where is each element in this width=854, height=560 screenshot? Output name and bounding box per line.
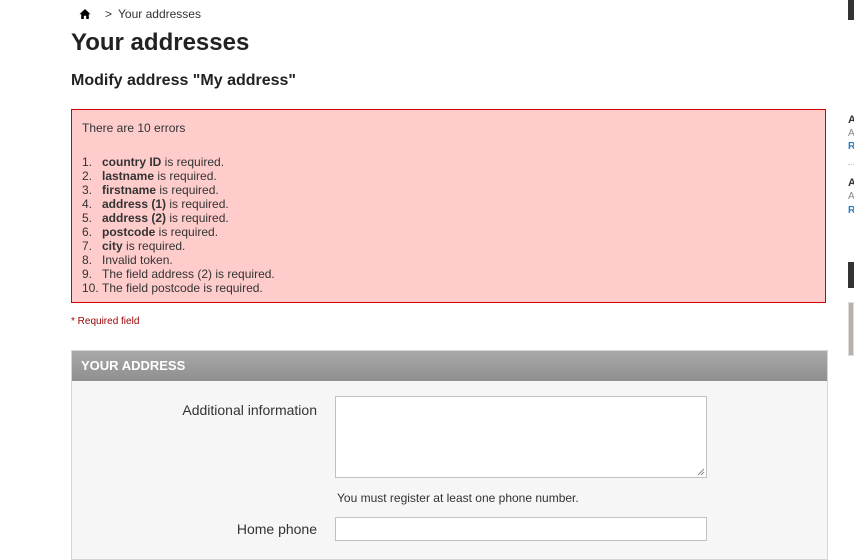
additional-information-textarea[interactable] — [335, 396, 707, 478]
error-item: 3. firstname is required. — [82, 183, 275, 197]
breadcrumb: > Your addresses — [79, 7, 201, 21]
sidebar-item-link[interactable]: R — [848, 141, 854, 152]
sidebar-divider — [848, 164, 854, 165]
error-item: 10. The field postcode is required. — [82, 281, 275, 295]
error-item: 7. city is required. — [82, 239, 275, 253]
error-field: firstname — [102, 183, 157, 197]
error-number: 5. — [82, 211, 93, 225]
sidebar-item-text: A — [848, 128, 854, 139]
error-item: 6. postcode is required. — [82, 225, 275, 239]
error-number: 7. — [82, 239, 93, 253]
error-list: 1. country ID is required. 2. lastname is … — [82, 155, 275, 295]
home-icon[interactable] — [79, 8, 91, 20]
error-count: There are 10 errors — [82, 121, 186, 135]
error-number: 2. — [82, 169, 93, 183]
breadcrumb-current: Your addresses — [118, 7, 201, 21]
error-text: is required. — [155, 225, 219, 239]
page-title: Your addresses — [71, 29, 250, 56]
error-number: 1. — [82, 155, 93, 169]
panel-header: YOUR ADDRESS — [72, 351, 827, 381]
phone-requirement-note: You must register at least one phone num… — [337, 491, 579, 505]
sidebar-item-text: A — [848, 191, 854, 202]
error-text: is required. — [166, 197, 229, 211]
error-text: is required. — [154, 169, 217, 183]
page-subtitle: Modify address "My address" — [71, 72, 297, 89]
error-number: 3. — [82, 183, 93, 197]
error-item: 5. address (2) is required. — [82, 211, 275, 225]
error-field: postcode — [102, 225, 156, 239]
error-number: 9. — [82, 267, 93, 281]
sidebar-thumbnail-image[interactable] — [848, 302, 854, 356]
error-item: 9. The field address (2) is required. — [82, 267, 275, 281]
sidebar-item-link[interactable]: R — [848, 205, 854, 216]
error-field: address (2) — [102, 211, 167, 225]
breadcrumb-separator: > — [105, 7, 113, 21]
additional-information-label: Additional information — [182, 402, 317, 418]
error-number: 4. — [82, 197, 93, 211]
error-number: 6. — [82, 225, 93, 239]
error-text: is required. — [161, 155, 225, 169]
error-text: The field address (2) is required. — [102, 267, 275, 281]
error-item: 4. address (1) is required. — [82, 197, 275, 211]
sidebar-block-header — [848, 262, 854, 288]
error-item: 2. lastname is required. — [82, 169, 275, 183]
home-phone-label: Home phone — [236, 521, 317, 537]
error-field: city — [102, 239, 123, 253]
sidebar-item-title: A — [848, 114, 854, 126]
error-number: 10. — [82, 281, 99, 295]
error-field: country ID — [102, 155, 162, 169]
sidebar-item-title: A — [848, 177, 854, 189]
error-number: 8. — [82, 253, 93, 267]
error-field: address (1) — [102, 197, 167, 211]
error-item: 1. country ID is required. — [82, 155, 275, 169]
address-form-panel: YOUR ADDRESS Additional information You … — [71, 350, 828, 560]
error-text: is required. — [156, 183, 219, 197]
error-field: lastname — [102, 169, 155, 183]
required-field-note: * Required field — [71, 316, 140, 327]
sidebar-edge-bar — [848, 0, 854, 20]
error-item: 8. Invalid token. — [82, 253, 275, 267]
home-phone-input[interactable] — [335, 517, 707, 541]
error-text: is required. — [122, 239, 186, 253]
error-box: There are 10 errors 1. country ID is requ… — [71, 109, 826, 303]
error-text: The field postcode is required. — [102, 281, 263, 295]
resize-handle-icon[interactable] — [697, 468, 705, 476]
error-text: is required. — [166, 211, 229, 225]
error-text: Invalid token. — [102, 253, 173, 267]
